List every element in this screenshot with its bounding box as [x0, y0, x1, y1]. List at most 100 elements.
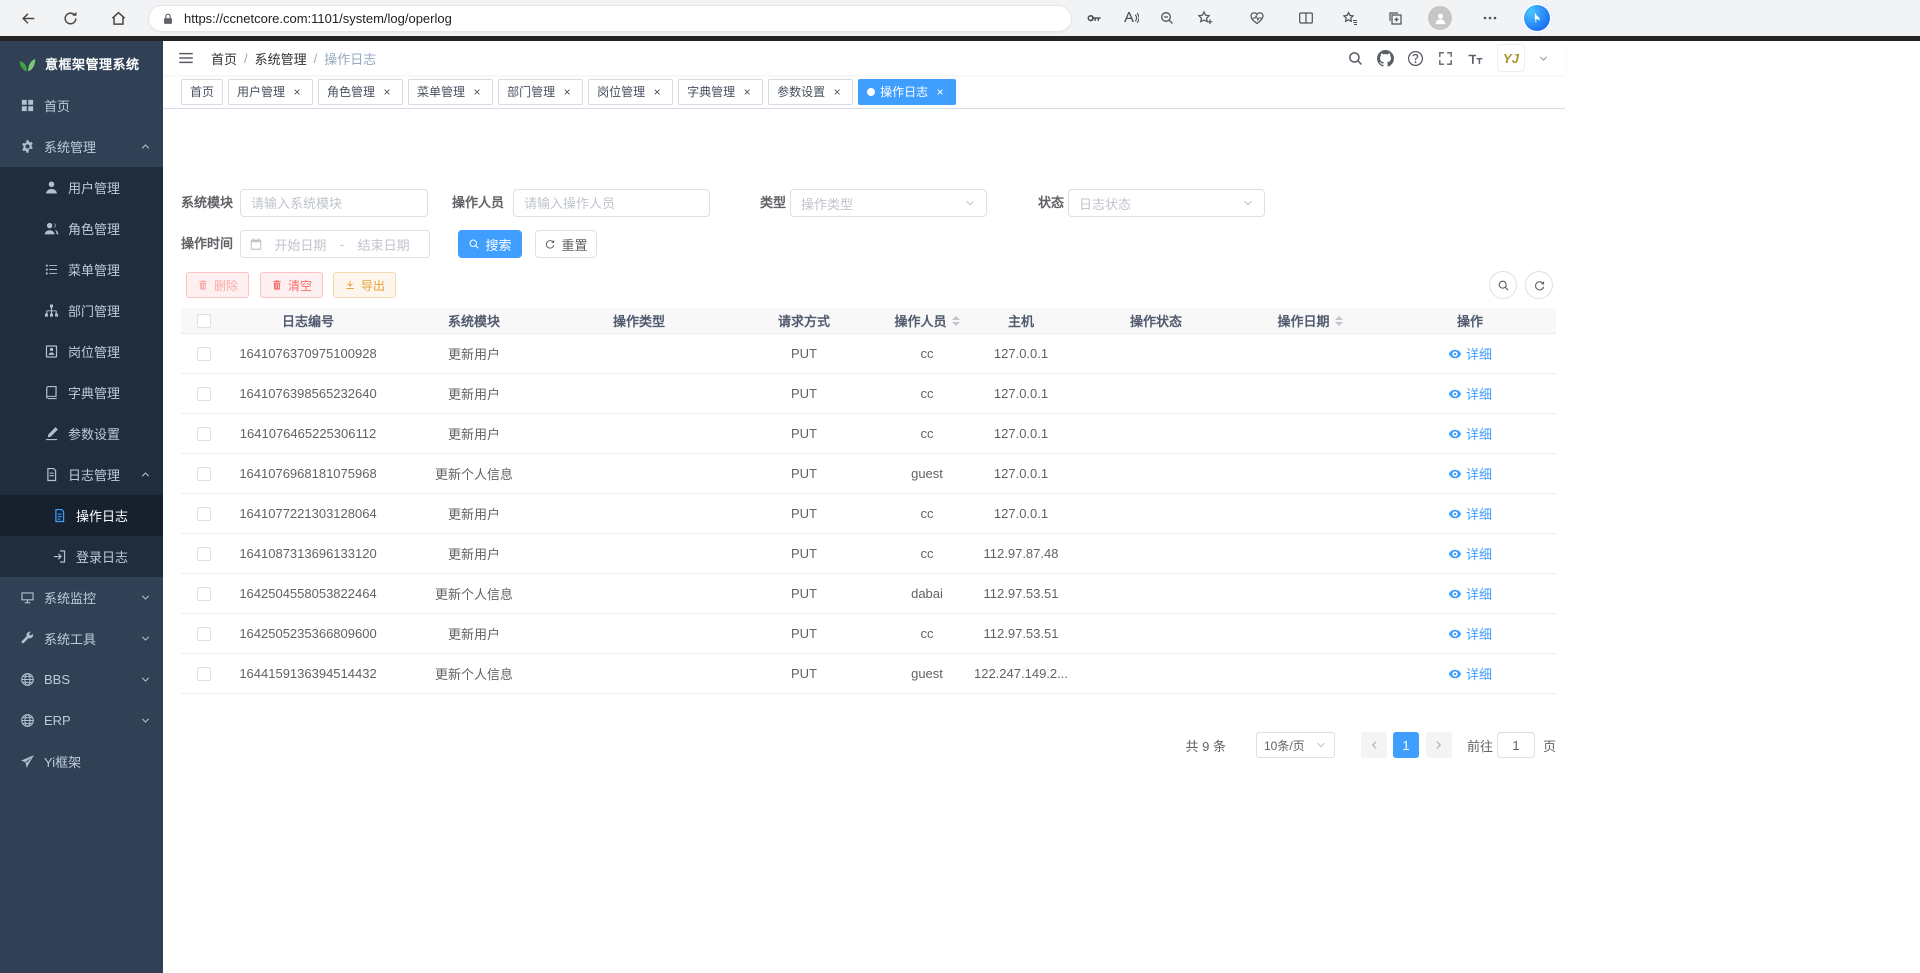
row-checkbox[interactable] — [197, 507, 211, 521]
copilot-button[interactable] — [1522, 3, 1552, 33]
row-checkbox[interactable] — [197, 427, 211, 441]
type-select[interactable]: 操作类型 — [790, 189, 987, 217]
goto-page-input[interactable]: 1 — [1497, 732, 1535, 758]
search-submit-button[interactable]: 搜索 — [458, 230, 522, 258]
browser-back-button[interactable] — [14, 4, 42, 32]
sidebar-item-home[interactable]: 首页 — [0, 85, 163, 126]
detail-link[interactable]: 详细 — [1448, 584, 1492, 603]
tab-post-mgmt[interactable]: 岗位管理× — [588, 79, 673, 105]
prev-page-button[interactable] — [1361, 732, 1387, 758]
search-button[interactable] — [1347, 50, 1364, 67]
tab-oper-log[interactable]: 操作日志× — [858, 79, 956, 105]
close-icon[interactable]: × — [290, 85, 304, 99]
page-size-select[interactable]: 10条/页 — [1256, 732, 1335, 758]
zoom-button[interactable] — [1153, 4, 1181, 32]
sidebar-item-login-log[interactable]: 登录日志 — [0, 536, 163, 577]
sidebar-item-yi-framework[interactable]: Yi框架 — [0, 741, 163, 782]
reset-button[interactable]: 重置 — [535, 230, 597, 258]
tab-user-mgmt[interactable]: 用户管理× — [228, 79, 313, 105]
browser-essentials-button[interactable] — [1243, 4, 1271, 32]
close-icon[interactable]: × — [470, 85, 484, 99]
close-icon[interactable]: × — [740, 85, 754, 99]
row-checkbox[interactable] — [197, 667, 211, 681]
date-range-picker[interactable]: 开始日期 - 结束日期 — [240, 230, 430, 258]
hamburger-menu-button[interactable] — [177, 49, 195, 67]
sidebar-item-system-monitor[interactable]: 系统监控 — [0, 577, 163, 618]
browser-profile-button[interactable] — [1428, 6, 1452, 30]
browser-refresh-button[interactable] — [56, 4, 84, 32]
sidebar-item-param-settings[interactable]: 参数设置 — [0, 413, 163, 454]
row-checkbox[interactable] — [197, 347, 211, 361]
browser-settings-button[interactable] — [1476, 4, 1504, 32]
sidebar-item-dict-mgmt[interactable]: 字典管理 — [0, 372, 163, 413]
close-icon[interactable]: × — [380, 85, 394, 99]
clear-button[interactable]: 清空 — [260, 272, 323, 298]
close-icon[interactable]: × — [830, 85, 844, 99]
row-checkbox[interactable] — [197, 627, 211, 641]
column-header-operator[interactable]: 操作人员 — [888, 308, 966, 333]
refresh-table-button[interactable] — [1525, 271, 1553, 299]
sort-caret-icon[interactable] — [952, 316, 960, 326]
tab-dict-mgmt[interactable]: 字典管理× — [678, 79, 763, 105]
sidebar-item-bbs[interactable]: BBS — [0, 659, 163, 700]
read-aloud-button[interactable] — [1117, 4, 1145, 32]
detail-link[interactable]: 详细 — [1448, 384, 1492, 403]
row-checkbox[interactable] — [197, 587, 211, 601]
operator-input[interactable] — [524, 196, 699, 211]
module-input[interactable] — [251, 196, 417, 211]
sidebar-item-log-mgmt[interactable]: 日志管理 — [0, 454, 163, 495]
breadcrumb-item[interactable]: 首页 — [211, 49, 237, 68]
close-icon[interactable]: × — [650, 85, 664, 99]
sidebar-item-menu-mgmt[interactable]: 菜单管理 — [0, 249, 163, 290]
chevron-down-icon[interactable] — [1538, 53, 1549, 64]
sidebar-item-erp[interactable]: ERP — [0, 700, 163, 741]
detail-link[interactable]: 详细 — [1448, 464, 1492, 483]
sidebar-item-user-mgmt[interactable]: 用户管理 — [0, 167, 163, 208]
detail-link[interactable]: 详细 — [1448, 504, 1492, 523]
toggle-search-button[interactable] — [1489, 271, 1517, 299]
column-header-date[interactable]: 操作日期 — [1236, 308, 1384, 333]
tab-menu-mgmt[interactable]: 菜单管理× — [408, 79, 493, 105]
fullscreen-button[interactable] — [1437, 50, 1454, 67]
user-avatar[interactable]: YJ — [1497, 44, 1525, 72]
sidebar-item-system-mgmt[interactable]: 系统管理 — [0, 126, 163, 167]
favorites-button[interactable] — [1336, 4, 1364, 32]
browser-home-button[interactable] — [104, 4, 132, 32]
password-key-button[interactable] — [1080, 4, 1108, 32]
row-checkbox[interactable] — [197, 547, 211, 561]
app-logo[interactable]: 意框架管理系统 — [0, 41, 163, 85]
font-size-button[interactable] — [1467, 50, 1484, 67]
close-icon[interactable]: × — [560, 85, 574, 99]
close-icon[interactable]: × — [933, 85, 947, 99]
help-button[interactable] — [1407, 50, 1424, 67]
delete-button[interactable]: 删除 — [186, 272, 249, 298]
next-page-button[interactable] — [1426, 732, 1452, 758]
sidebar-item-dept-mgmt[interactable]: 部门管理 — [0, 290, 163, 331]
github-button[interactable] — [1377, 50, 1394, 67]
detail-link[interactable]: 详细 — [1448, 664, 1492, 683]
add-favorite-button[interactable] — [1191, 4, 1219, 32]
breadcrumb-item[interactable]: 系统管理 — [255, 49, 307, 68]
page-number-button[interactable]: 1 — [1393, 732, 1419, 758]
sidebar-item-system-tools[interactable]: 系统工具 — [0, 618, 163, 659]
tab-role-mgmt[interactable]: 角色管理× — [318, 79, 403, 105]
tab-param-settings[interactable]: 参数设置× — [768, 79, 853, 105]
address-bar[interactable]: https://ccnetcore.com:1101/system/log/op… — [148, 5, 1072, 32]
collections-button[interactable] — [1381, 4, 1409, 32]
detail-link[interactable]: 详细 — [1448, 544, 1492, 563]
sidebar-item-oper-log[interactable]: 操作日志 — [0, 495, 163, 536]
detail-link[interactable]: 详细 — [1448, 424, 1492, 443]
row-checkbox[interactable] — [197, 467, 211, 481]
tab-dept-mgmt[interactable]: 部门管理× — [498, 79, 583, 105]
sidebar-item-post-mgmt[interactable]: 岗位管理 — [0, 331, 163, 372]
sidebar-item-role-mgmt[interactable]: 角色管理 — [0, 208, 163, 249]
row-checkbox[interactable] — [197, 387, 211, 401]
export-button[interactable]: 导出 — [333, 272, 396, 298]
sort-caret-icon[interactable] — [1335, 316, 1343, 326]
split-screen-button[interactable] — [1292, 4, 1320, 32]
select-all-checkbox[interactable] — [197, 314, 211, 328]
detail-link[interactable]: 详细 — [1448, 344, 1492, 363]
detail-link[interactable]: 详细 — [1448, 624, 1492, 643]
tab-home[interactable]: 首页 — [181, 79, 223, 105]
status-select[interactable]: 日志状态 — [1068, 189, 1265, 217]
